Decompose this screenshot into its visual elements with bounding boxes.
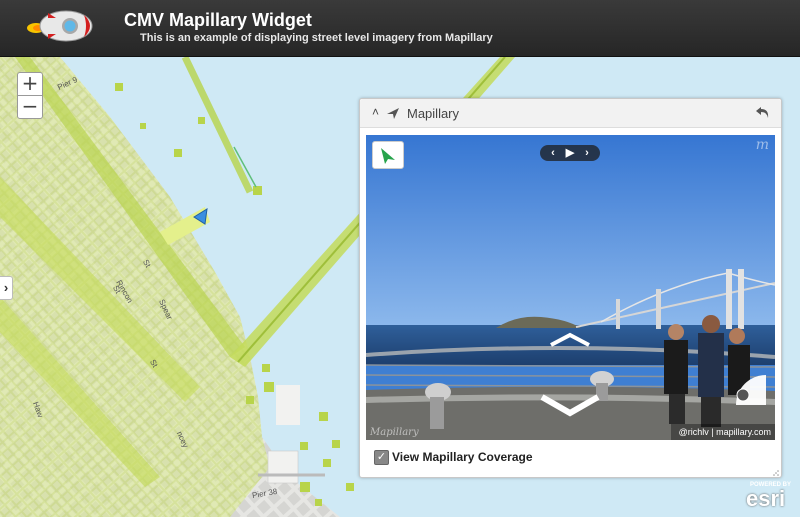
app-subtitle: This is an example of displaying street … <box>140 32 493 44</box>
next-image-button[interactable]: › <box>579 145 596 161</box>
panel-title: Mapillary <box>407 106 460 121</box>
collapse-chevron-icon[interactable]: ˄ <box>372 105 379 119</box>
mapillary-panel: ˄ Mapillary ‹ ▶ › m Mapillary @richlv | … <box>359 98 782 478</box>
mapillary-image-viewer[interactable]: ‹ ▶ › m Mapillary @richlv | mapillary.com <box>366 135 775 440</box>
sequence-navigation: ‹ ▶ › <box>540 145 600 161</box>
mapillary-compass-icon <box>387 108 399 119</box>
resize-grip-icon[interactable] <box>773 470 779 476</box>
panel-header[interactable]: ˄ Mapillary <box>360 99 781 128</box>
compass-button[interactable] <box>372 141 404 169</box>
esri-logo[interactable]: POWERED BY esri <box>746 482 796 512</box>
esri-wordmark: esri <box>746 486 786 511</box>
app-header: CMV Mapillary Widget This is an example … <box>0 0 800 57</box>
app-title: CMV Mapillary Widget <box>124 10 312 30</box>
play-button[interactable]: ▶ <box>562 145 579 161</box>
previous-image-button[interactable]: ‹ <box>545 145 562 161</box>
street-photo <box>366 135 775 440</box>
sidebar-toggle-button[interactable]: › <box>0 276 13 300</box>
mapillary-logo: Mapillary <box>370 427 419 438</box>
coverage-checkbox[interactable]: ✓ <box>374 450 389 465</box>
mapillary-watermark: m <box>755 137 769 153</box>
coverage-checkbox-label[interactable]: View Mapillary Coverage <box>392 450 533 464</box>
rocket-logo <box>27 10 93 42</box>
undock-arrow-icon[interactable] <box>755 104 771 120</box>
zoom-out-button[interactable]: − <box>17 95 43 119</box>
green-compass-arrow-icon <box>381 148 395 164</box>
image-attribution[interactable]: @richlv | mapillary.com <box>670 424 775 440</box>
zoom-in-button[interactable]: + <box>17 72 43 96</box>
